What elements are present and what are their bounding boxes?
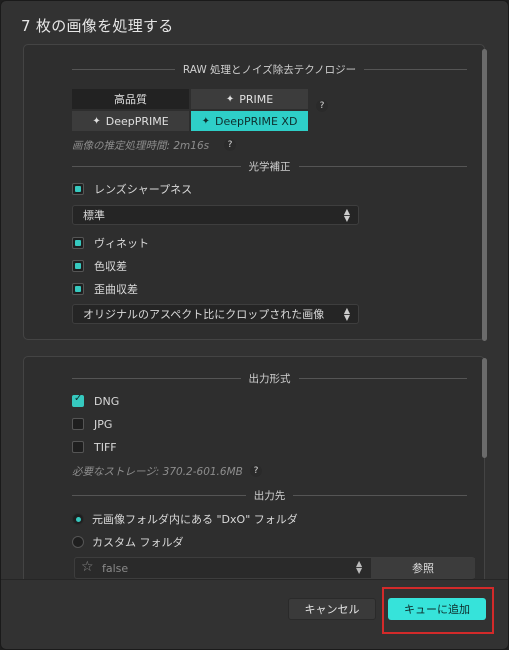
option-deepprime-xd[interactable]: ✦ DeepPRIME XD (191, 111, 308, 131)
chromatic-aberration-checkbox-row[interactable]: 色収差 (72, 258, 127, 274)
output-scrollbar[interactable] (482, 358, 487, 458)
output-format-section-header: 出力形式 (72, 371, 467, 385)
destination-section-header: 出力先 (72, 488, 467, 502)
custom-folder-radio[interactable] (72, 536, 84, 548)
browse-button[interactable]: 参照 (370, 558, 475, 578)
vignette-checkbox[interactable] (72, 237, 84, 249)
lens-sharpness-checkbox[interactable] (72, 183, 84, 195)
select-arrows-icon[interactable]: ▲ ▼ (356, 560, 362, 575)
option-deepprime[interactable]: ✦ DeepPRIME (72, 111, 189, 131)
footer-divider (1, 579, 508, 580)
distortion-checkbox[interactable] (72, 283, 84, 295)
lens-sharpness-checkbox-row[interactable]: レンズシャープネス (72, 181, 192, 197)
process-dialog: 7 枚の画像を処理する RAW 処理とノイズ除去テクノロジー 高品質 ✦ PRIM… (0, 0, 509, 650)
sparkle-icon: ✦ (92, 115, 101, 127)
option-high-quality[interactable]: 高品質 (72, 89, 189, 109)
option-prime[interactable]: ✦ PRIME (191, 89, 308, 109)
select-arrows-icon: ▲ ▼ (343, 207, 350, 223)
tiff-checkbox-row[interactable]: TIFF (72, 439, 117, 455)
select-arrows-icon: ▲ ▼ (343, 306, 350, 322)
original-folder-radio-row[interactable]: 元画像フォルダ内にある "DxO" フォルダ (72, 511, 298, 527)
jpg-checkbox[interactable] (72, 418, 84, 430)
original-folder-radio[interactable] (72, 513, 84, 525)
denoise-method-selector: 高品質 ✦ PRIME ✦ DeepPRIME ✦ DeepPRIME XD (72, 89, 309, 131)
processing-scrollbar[interactable] (482, 49, 487, 341)
chromatic-aberration-checkbox[interactable] (72, 260, 84, 272)
required-storage: 必要なストレージ: 370.2-601.6MB (72, 466, 243, 478)
dng-checkbox[interactable] (72, 393, 84, 407)
storage-help-icon[interactable]: ? (250, 465, 262, 477)
sharpness-level-select[interactable]: 標準 ▲ ▼ (72, 205, 359, 225)
folder-path-value: false (102, 562, 129, 575)
tiff-checkbox[interactable] (72, 441, 84, 453)
estimate-help-icon[interactable]: ? (224, 139, 236, 151)
raw-section-header: RAW 処理とノイズ除去テクノロジー (72, 62, 467, 76)
highlight-box (382, 587, 494, 634)
cancel-button[interactable]: キャンセル (288, 598, 376, 620)
denoise-help-icon[interactable]: ? (316, 100, 328, 112)
optics-section-header: 光学補正 (72, 159, 467, 173)
dialog-title: 7 枚の画像を処理する (21, 17, 174, 35)
crop-mode-select[interactable]: オリジナルのアスペクト比にクロップされた画像 ▲ ▼ (72, 304, 359, 324)
estimated-time: 画像の推定処理時間: 2m16s (72, 140, 210, 152)
custom-folder-radio-row[interactable]: カスタム フォルダ (72, 534, 184, 550)
sparkle-icon: ✦ (225, 93, 235, 105)
sparkle-icon: ✦ (201, 115, 210, 127)
custom-folder-path[interactable]: ☆ false ▲ ▼ 参照 (74, 557, 475, 579)
favorite-star-icon[interactable]: ☆ (81, 559, 94, 575)
vignette-checkbox-row[interactable]: ヴィネット (72, 235, 149, 251)
dng-checkbox-row[interactable]: DNG (72, 393, 119, 409)
distortion-checkbox-row[interactable]: 歪曲収差 (72, 281, 138, 297)
jpg-checkbox-row[interactable]: JPG (72, 416, 112, 432)
